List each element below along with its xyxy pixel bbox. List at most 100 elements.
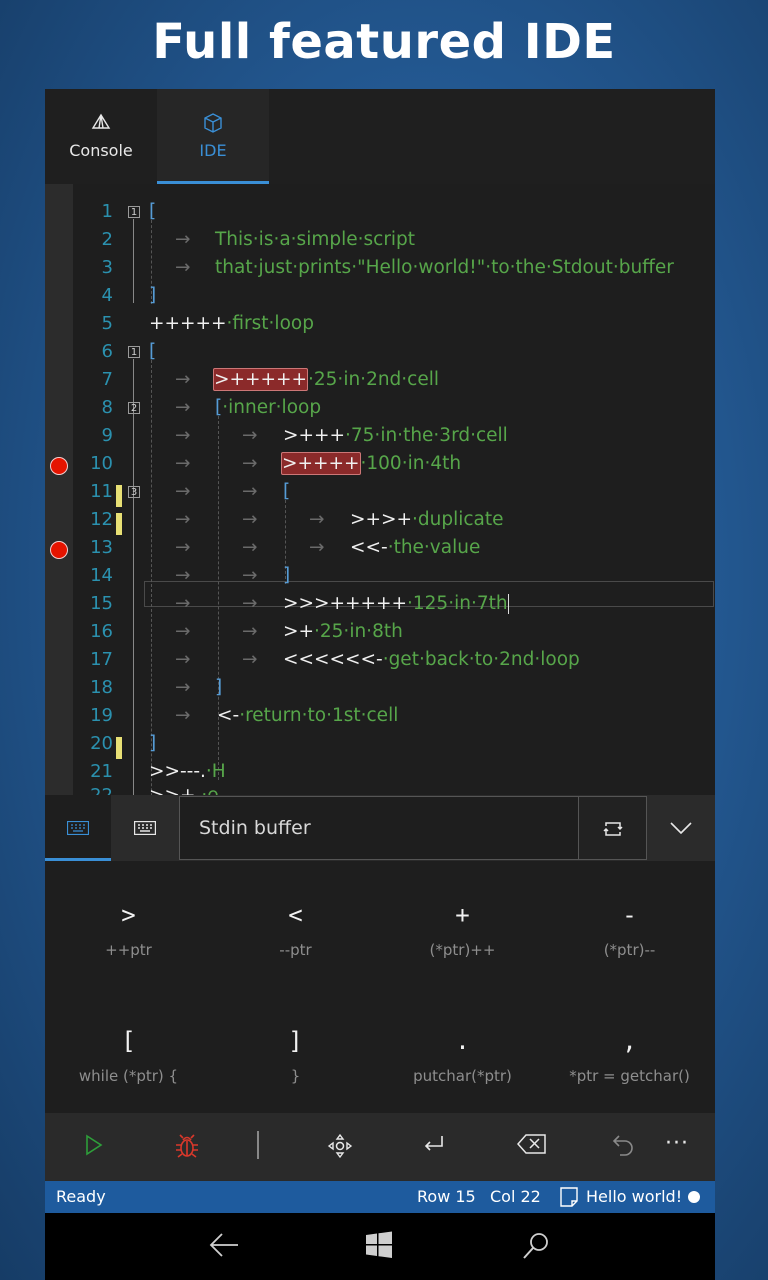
key-symbol: - [622, 901, 637, 929]
tab-arrow: → [242, 621, 258, 642]
line-number: 1 [101, 201, 113, 222]
search-button[interactable] [497, 1213, 577, 1280]
search-icon [523, 1233, 548, 1259]
tab-ide-label: IDE [199, 141, 227, 160]
line-ops: ] [149, 733, 157, 754]
move-icon [327, 1133, 353, 1159]
key-decrement-value[interactable]: - (*ptr)-- [546, 861, 713, 987]
tab-arrow: → [242, 425, 258, 446]
line-number: 15 [90, 593, 113, 614]
console-icon [91, 113, 111, 129]
tab-arrow: → [309, 537, 325, 558]
play-icon [86, 1134, 103, 1156]
code-line: 1 [ [45, 198, 715, 226]
key-symbol: ] [288, 1027, 303, 1055]
undo-icon [612, 1135, 633, 1156]
more-icon: ··· [665, 1131, 689, 1156]
line-number: 18 [90, 677, 113, 698]
key-loop-start[interactable]: [ while (*ptr) { [45, 987, 212, 1113]
key-description: --ptr [279, 941, 312, 959]
keyboard-icon [67, 821, 89, 835]
tab-arrow: → [175, 257, 191, 278]
code-editor[interactable]: 1 1 2 3 1 [ 2 → This·is·a·simple·script … [45, 184, 715, 795]
app-window: Console IDE 1 1 2 3 1 [2 → This·is·a·si… [45, 89, 715, 1280]
line-ops: ] [215, 677, 223, 698]
line-ops: >>>+++++ [283, 593, 408, 614]
line-number: 22 [77, 782, 113, 795]
line-number: 11 [90, 481, 113, 502]
swap-button[interactable] [579, 796, 647, 860]
line-number: 16 [90, 621, 113, 642]
breakpoint-highlight: >+++++ [213, 368, 309, 391]
backspace-button[interactable] [497, 1113, 561, 1181]
new-line-button[interactable] [401, 1113, 465, 1181]
line-comment: ·100·in·4th [360, 453, 462, 474]
banner-title: Full featured IDE [152, 14, 616, 70]
run-button[interactable] [61, 1113, 125, 1181]
key-increment-pointer[interactable]: > ++ptr [45, 861, 212, 987]
tab-arrow: → [175, 593, 191, 614]
code-line: 8 → [·inner·loop [45, 394, 715, 422]
line-comment: ·75·in·the·3rd·cell [345, 425, 508, 446]
line-number: 5 [101, 313, 113, 334]
line-ops: +++++ [149, 313, 227, 334]
code-line: 3 → that·just·prints·"Hello·world!"·to·t… [45, 254, 715, 282]
line-comment: This·is·a·simple·script [215, 229, 416, 250]
line-ops: >+++ [283, 425, 346, 446]
system-keyboard-button[interactable] [112, 795, 178, 861]
line-comment: ·25·in·2nd·cell [308, 369, 440, 390]
key-input[interactable]: , *ptr = getchar() [546, 987, 713, 1113]
tab-arrow: → [175, 453, 191, 474]
stdin-input[interactable]: Stdin buffer [179, 796, 579, 860]
line-number: 13 [90, 537, 113, 558]
line-number: 4 [101, 285, 113, 306]
key-loop-end[interactable]: ] } [212, 987, 379, 1113]
status-bar: Ready Row 15 Col 22 Hello world! [45, 1181, 715, 1213]
key-output[interactable]: . putchar(*ptr) [379, 987, 546, 1113]
tab-console[interactable]: Console [45, 89, 157, 184]
chevron-down-icon [670, 822, 692, 834]
tab-ide[interactable]: IDE [157, 89, 269, 184]
code-line: 7 → >+++++·25·in·2nd·cell [45, 366, 715, 394]
key-symbol: , [622, 1027, 637, 1055]
line-number: 19 [90, 705, 113, 726]
line-comment: ·125·in·7th [407, 593, 508, 614]
line-comment: ·duplicate [412, 509, 504, 530]
line-code: [ [149, 341, 157, 362]
back-button[interactable] [184, 1213, 264, 1280]
debug-button[interactable] [155, 1113, 219, 1181]
key-description: while (*ptr) { [78, 1067, 179, 1085]
line-number: 3 [101, 257, 113, 278]
key-decrement-pointer[interactable]: < --ptr [212, 861, 379, 987]
line-number: 6 [101, 341, 113, 362]
key-symbol: > [121, 901, 136, 929]
move-cursor-button[interactable] [307, 1113, 371, 1181]
start-button[interactable] [341, 1213, 421, 1280]
tab-arrow: → [242, 509, 258, 530]
tab-arrow: → [175, 677, 191, 698]
tab-arrow: → [242, 565, 258, 586]
line-ops: [ [283, 481, 291, 502]
windows-logo-icon [366, 1231, 392, 1258]
key-description: (*ptr)++ [429, 941, 496, 959]
keyboard-mode-button[interactable] [45, 795, 111, 861]
undo-button[interactable] [591, 1113, 655, 1181]
line-ops: >>---. [149, 761, 206, 782]
key-description: putchar(*ptr) [413, 1067, 512, 1085]
line-number: 2 [101, 229, 113, 250]
status-state: Ready [56, 1187, 106, 1206]
code-line: 4 ] [45, 282, 715, 310]
key-increment-value[interactable]: + (*ptr)++ [379, 861, 546, 987]
tab-arrow: → [242, 649, 258, 670]
line-ops: <<<<<<- [283, 649, 383, 670]
tab-arrow: → [175, 621, 191, 642]
line-number: 20 [90, 733, 113, 754]
status-col: Col 22 [490, 1187, 541, 1206]
tab-arrow: → [175, 229, 191, 250]
tab-bar: Console IDE [45, 89, 715, 184]
back-arrow-icon [209, 1233, 238, 1257]
collapse-button[interactable] [648, 795, 714, 861]
more-button[interactable]: ··· [651, 1113, 715, 1181]
line-number: 10 [90, 453, 113, 474]
tab-arrow: → [175, 565, 191, 586]
